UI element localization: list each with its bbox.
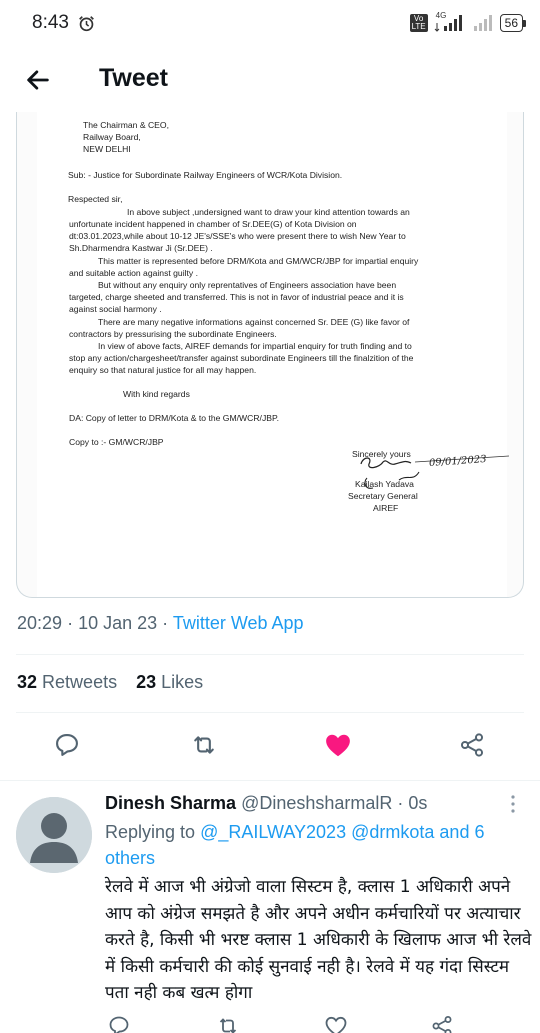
address-line-3: NEW DELHI xyxy=(83,144,131,154)
more-vertical-icon[interactable] xyxy=(509,794,517,814)
header: Tweet xyxy=(0,50,540,110)
divider xyxy=(0,780,540,781)
para4-line-1: There are many negative informations aga… xyxy=(98,317,410,327)
letter-subject: Sub: - Justice for Subordinate Railway E… xyxy=(68,170,343,180)
retweet-button[interactable] xyxy=(187,728,221,762)
para5-line-2: stop any action/chargesheet/transfer aga… xyxy=(69,353,414,363)
signer-title: Secretary General xyxy=(348,491,418,501)
letter-da: DA: Copy of letter to DRM/Kota & to the … xyxy=(69,413,279,423)
letter-document: The Chairman & CEO, Railway Board, NEW D… xyxy=(37,112,509,597)
para1-line-4: Sh.Dharmendra Kastwar Ji (Sr.DEE) . xyxy=(69,243,213,253)
signer-name: Kailash Yadava xyxy=(355,479,414,489)
para3-line-3: against social harmony . xyxy=(69,304,162,314)
retweet-icon xyxy=(194,736,214,754)
para3-line-1: But without any enquiry only reprentativ… xyxy=(98,280,397,290)
reply-time[interactable]: 0s xyxy=(408,793,427,813)
tweet-time[interactable]: 20:29 xyxy=(17,613,62,633)
signal-icon: 4G xyxy=(434,11,466,32)
replying-prefix: Replying to xyxy=(105,822,196,842)
reply-author-name[interactable]: Dinesh Sharma xyxy=(105,793,236,813)
reply-header: Dinesh Sharma @DineshsharmalR · 0s xyxy=(105,793,427,814)
battery-icon: 56 xyxy=(499,14,526,32)
signal-2-icon xyxy=(473,15,492,31)
para4-line-2: contractors by pressurising the subordin… xyxy=(69,329,277,339)
tweet-stats: 32 Retweets 23 Likes xyxy=(17,672,217,693)
alarm-clock-icon xyxy=(79,16,94,32)
tweet-source-link[interactable]: Twitter Web App xyxy=(173,613,304,633)
share-icon[interactable] xyxy=(430,1014,454,1033)
para5-line-3: enquiry so that natural justice for all … xyxy=(69,365,257,375)
share-icon xyxy=(460,733,484,757)
reply-actions xyxy=(0,1012,540,1033)
avatar[interactable] xyxy=(16,797,92,873)
meta-separator: · xyxy=(162,613,173,633)
tweet-actions xyxy=(0,728,540,768)
divider xyxy=(16,712,524,713)
signer-org: AIREF xyxy=(373,503,399,513)
retweets-stat[interactable]: 32 Retweets xyxy=(17,672,117,692)
letter-regards: With kind regards xyxy=(123,389,190,399)
para5-line-1: In view of above facts, AIREF demands fo… xyxy=(98,341,412,351)
letter-copy-to: Copy to :- GM/WCR/JBP xyxy=(69,437,164,447)
mention-link[interactable]: @drmkota xyxy=(351,822,434,842)
reply-author-handle[interactable]: @DineshsharmalR xyxy=(241,793,392,813)
letter-salutation: Respected sir, xyxy=(68,194,123,204)
status-icons: Vo LTE 4G 56 xyxy=(409,11,526,32)
para2-line-1: This matter is represented before DRM/Ko… xyxy=(98,256,419,266)
retweets-count: 32 xyxy=(17,672,38,692)
para1-line-3: dt:03.01.2023,while about 10-12 JE's/SSE… xyxy=(69,231,406,241)
divider xyxy=(16,654,524,655)
status-bar: 8:43 Vo LTE 4G 56 xyxy=(0,0,540,48)
tweet-image[interactable]: The Chairman & CEO, Railway Board, NEW D… xyxy=(16,112,524,598)
retweet-icon[interactable] xyxy=(216,1014,240,1033)
para3-line-2: targeted, charge sheeted and transferred… xyxy=(69,292,404,302)
reply-dot: · xyxy=(397,793,404,813)
volte-bottom: LTE xyxy=(411,22,426,31)
battery-level: 56 xyxy=(499,14,523,32)
likes-count: 23 xyxy=(136,672,157,692)
share-button[interactable] xyxy=(455,728,489,762)
reply-button[interactable] xyxy=(50,728,84,762)
tweet-timestamp: 20:29 · 10 Jan 23 · Twitter Web App xyxy=(17,613,304,634)
status-time: 8:43 xyxy=(32,12,69,33)
default-avatar-icon xyxy=(16,797,92,873)
likes-label: Likes xyxy=(161,672,204,692)
meta-separator: · xyxy=(67,613,79,633)
back-arrow-icon[interactable] xyxy=(24,66,52,94)
like-button[interactable] xyxy=(321,728,355,762)
retweets-label: Retweets xyxy=(42,672,118,692)
reply-icon[interactable] xyxy=(107,1014,131,1033)
address-line-2: Railway Board, xyxy=(83,132,141,142)
volte-icon: Vo LTE xyxy=(409,14,428,32)
likes-stat[interactable]: 23 Likes xyxy=(136,672,203,692)
para2-line-2: and suitable action against guilty . xyxy=(69,268,198,278)
heart-icon[interactable] xyxy=(324,1014,348,1033)
page-title: Tweet xyxy=(99,64,168,92)
para1-line-2: unfortunate incident happened in chamber… xyxy=(69,219,357,229)
reply-text: रेलवे में आज भी अंग्रेजो वाला सिस्टम है,… xyxy=(105,877,532,1003)
para1-line-1: In above subject ,undersigned want to dr… xyxy=(127,207,410,217)
heart-filled-icon xyxy=(326,734,350,757)
address-line-1: The Chairman & CEO, xyxy=(83,120,169,130)
battery-tip xyxy=(523,19,526,27)
tweet-date[interactable]: 10 Jan 23 xyxy=(78,613,157,633)
replying-to: Replying to @_RAILWAY2023 @drmkota and 6… xyxy=(105,819,515,871)
reply-icon xyxy=(56,734,78,756)
mention-link[interactable]: @_RAILWAY2023 xyxy=(200,822,346,842)
